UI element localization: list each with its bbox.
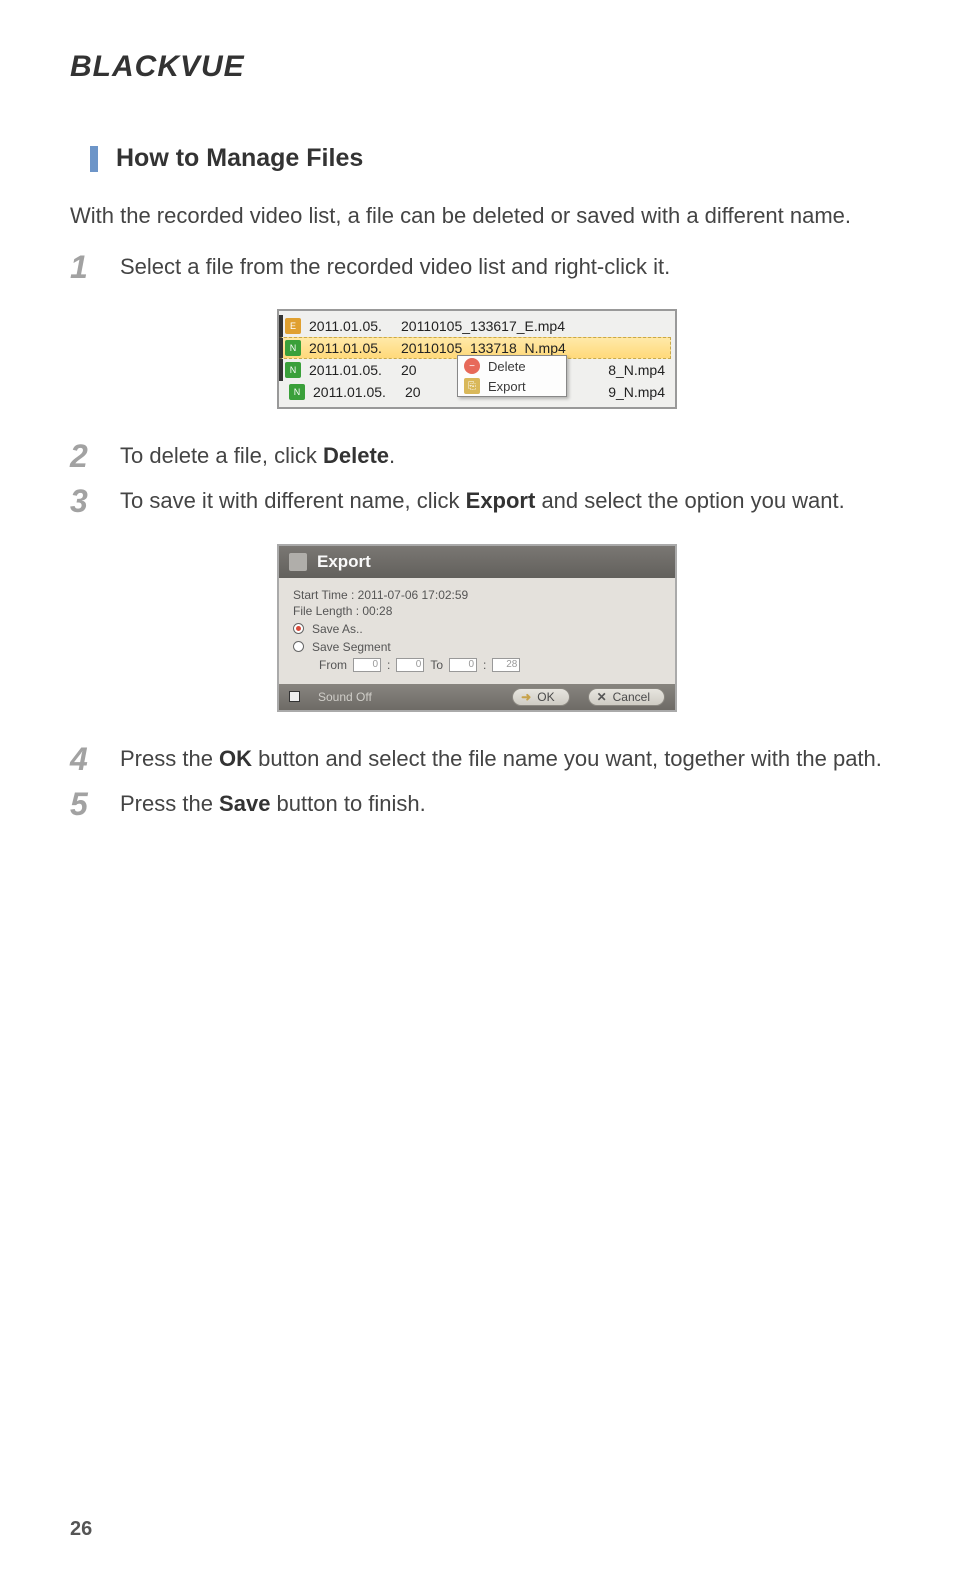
section-title: How to Manage Files (116, 144, 363, 173)
step-text: Press the OK button and select the file … (120, 742, 884, 777)
export-dialog-footer: Sound Off ➜ OK ✕ Cancel (279, 684, 675, 710)
file-name-right: 8_N.mp4 (608, 362, 665, 378)
step-number: 3 (70, 484, 120, 519)
step-number: 4 (70, 742, 120, 777)
radio-label: Save Segment (312, 640, 391, 654)
context-menu: − Delete ⎘ Export (457, 355, 567, 397)
step-2: 2 To delete a file, click Delete. (70, 439, 884, 474)
sound-off-label: Sound Off (318, 690, 372, 704)
cancel-button[interactable]: ✕ Cancel (588, 688, 665, 706)
page-number: 26 (70, 1518, 92, 1541)
step-5: 5 Press the Save button to finish. (70, 787, 884, 822)
ok-button-label: OK (537, 690, 554, 704)
radio-save-as[interactable]: Save As.. (293, 622, 665, 636)
step-4: 4 Press the OK button and select the fil… (70, 742, 884, 777)
radio-label: Save As.. (312, 622, 363, 636)
close-icon: ✕ (597, 690, 607, 704)
step-text: Select a file from the recorded video li… (120, 250, 884, 285)
time-colon: : (483, 658, 486, 672)
segment-time-row: From 0 : 0 To 0 : 28 (319, 658, 665, 672)
radio-save-segment[interactable]: Save Segment (293, 640, 665, 654)
time-colon: : (387, 658, 390, 672)
export-title-icon (289, 553, 307, 571)
step-number: 1 (70, 250, 120, 285)
export-start-time: Start Time : 2011-07-06 17:02:59 (293, 588, 665, 602)
section-header: How to Manage Files (70, 144, 884, 173)
export-icon: ⎘ (464, 378, 480, 394)
file-list-panel: E 2011.01.05. 20110105_133617_E.mp4 N 20… (277, 309, 677, 409)
file-name: 20110105_133617_E.mp4 (401, 318, 665, 334)
delete-icon: − (464, 358, 480, 374)
brand-logo: BLACKVUE (70, 50, 884, 84)
file-date: 2011.01.05. (309, 340, 401, 356)
export-dialog-body: Start Time : 2011-07-06 17:02:59 File Le… (279, 578, 675, 684)
file-name: 20110105_133718_N.mp4 (401, 340, 664, 356)
file-type-icon: N (285, 340, 301, 356)
sound-off-checkbox[interactable] (289, 691, 300, 702)
ok-button[interactable]: ➜ OK (512, 688, 569, 706)
step-number: 5 (70, 787, 120, 822)
step-text: To save it with different name, click Ex… (120, 484, 884, 519)
intro-paragraph: With the recorded video list, a file can… (70, 199, 884, 232)
from-min-input[interactable]: 0 (353, 658, 381, 672)
file-date: 2011.01.05. (309, 318, 401, 334)
cancel-button-label: Cancel (613, 690, 650, 704)
file-type-icon: E (285, 318, 301, 334)
file-type-icon: N (285, 362, 301, 378)
export-dialog-titlebar: Export (279, 546, 675, 578)
export-dialog: Export Start Time : 2011-07-06 17:02:59 … (277, 544, 677, 712)
step-text: To delete a file, click Delete. (120, 439, 884, 474)
file-row[interactable]: E 2011.01.05. 20110105_133617_E.mp4 (279, 315, 671, 337)
step-number: 2 (70, 439, 120, 474)
context-menu-export[interactable]: ⎘ Export (458, 376, 566, 396)
file-date: 2011.01.05. (309, 362, 401, 378)
step-text: Press the Save button to finish. (120, 787, 884, 822)
export-file-length: File Length : 00:28 (293, 604, 665, 618)
context-menu-delete[interactable]: − Delete (458, 356, 566, 376)
step-1: 1 Select a file from the recorded video … (70, 250, 884, 285)
radio-icon (293, 641, 304, 652)
file-name-right: 9_N.mp4 (608, 384, 665, 400)
section-accent-bar (90, 146, 98, 172)
to-label: To (430, 658, 443, 672)
radio-icon (293, 623, 304, 634)
context-menu-label: Export (488, 379, 526, 394)
step-3: 3 To save it with different name, click … (70, 484, 884, 519)
figure-export-dialog: Export Start Time : 2011-07-06 17:02:59 … (70, 544, 884, 712)
to-sec-input[interactable]: 28 (492, 658, 520, 672)
from-label: From (319, 658, 347, 672)
context-menu-label: Delete (488, 359, 526, 374)
to-min-input[interactable]: 0 (449, 658, 477, 672)
file-type-icon: N (289, 384, 305, 400)
file-date: 2011.01.05. (313, 384, 405, 400)
from-sec-input[interactable]: 0 (396, 658, 424, 672)
export-dialog-title: Export (317, 552, 371, 572)
arrow-right-icon: ➜ (521, 690, 531, 704)
figure-file-list: E 2011.01.05. 20110105_133617_E.mp4 N 20… (70, 309, 884, 409)
